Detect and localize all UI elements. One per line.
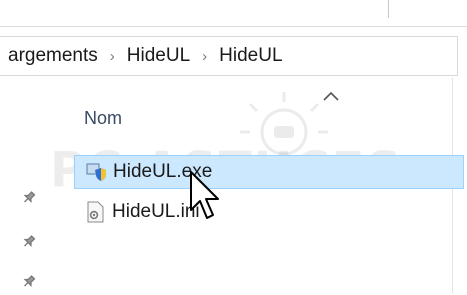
- breadcrumb-separator-icon[interactable]: ›: [192, 48, 217, 65]
- toolbar-top: [0, 0, 467, 27]
- sort-ascending-icon[interactable]: [322, 90, 340, 102]
- breadcrumb-item-current[interactable]: HideUL: [217, 45, 284, 67]
- navigation-pane: [0, 78, 58, 293]
- breadcrumb-item-parent[interactable]: argements: [6, 45, 100, 67]
- breadcrumb-item-hideul[interactable]: HideUL: [125, 45, 192, 67]
- pin-icon[interactable]: [15, 232, 38, 255]
- column-header-name[interactable]: Nom: [84, 108, 122, 129]
- address-bar[interactable]: argements › HideUL › HideUL: [0, 36, 458, 76]
- exe-shield-icon: [86, 163, 106, 181]
- toolbar-divider: [388, 0, 389, 18]
- file-row-hideul-exe[interactable]: HideUL.exe: [74, 155, 464, 189]
- file-row-hideul-ini[interactable]: HideUL.ini: [74, 195, 464, 229]
- mouse-cursor-icon: [190, 171, 219, 219]
- pin-icon[interactable]: [15, 272, 38, 295]
- settings-file-icon: [87, 201, 104, 223]
- file-name: HideUL.ini: [112, 201, 200, 222]
- breadcrumb-separator-icon[interactable]: ›: [100, 48, 125, 65]
- pin-icon[interactable]: [15, 188, 38, 211]
